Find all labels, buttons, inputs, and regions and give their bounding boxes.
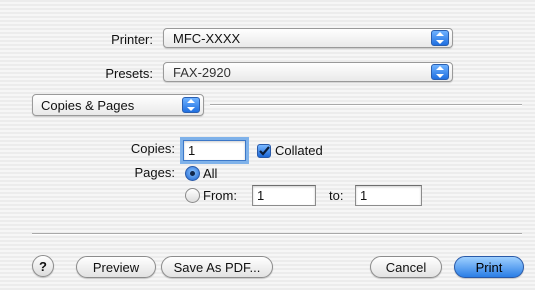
help-button[interactable]: ? (32, 255, 54, 277)
preview-button[interactable]: Preview (76, 256, 156, 278)
collated-label: Collated (275, 143, 323, 158)
pages-from-label: From: (203, 188, 237, 203)
pages-all-radio[interactable] (185, 166, 200, 181)
checkmark-icon (258, 146, 270, 156)
print-button[interactable]: Print (454, 256, 524, 278)
pages-from-field[interactable]: 1 (252, 185, 316, 206)
pages-all-label: All (203, 166, 218, 181)
pages-to-value: 1 (360, 188, 368, 203)
presets-popup[interactable]: FAX-2920 (163, 62, 453, 82)
pages-from-value: 1 (257, 188, 265, 203)
section-popup[interactable]: Copies & Pages (32, 94, 204, 116)
preview-button-label: Preview (92, 259, 140, 275)
collated-checkbox[interactable] (257, 144, 271, 158)
up-down-arrows-icon (431, 64, 449, 80)
pages-label: Pages: (134, 165, 175, 180)
printer-popup[interactable]: MFC-XXXX (163, 28, 453, 48)
print-button-label: Print (475, 259, 503, 275)
copies-value: 1 (188, 143, 196, 158)
printer-value: MFC-XXXX (173, 31, 241, 46)
pages-range-radio[interactable] (185, 188, 200, 203)
copies-label: Copies: (130, 141, 175, 156)
section-value: Copies & Pages (41, 98, 135, 113)
question-mark-icon: ? (39, 258, 47, 274)
up-down-arrows-icon (182, 97, 200, 113)
save-as-pdf-button[interactable]: Save As PDF... (161, 256, 273, 278)
copies-field[interactable]: 1 (180, 137, 249, 164)
pages-to-field[interactable]: 1 (355, 185, 422, 206)
section-divider (210, 104, 522, 106)
presets-value: FAX-2920 (173, 65, 231, 80)
cancel-button-label: Cancel (385, 259, 427, 275)
footer-divider (32, 233, 522, 235)
printer-label: Printer: (111, 32, 153, 47)
presets-label: Presets: (105, 66, 153, 81)
cancel-button[interactable]: Cancel (370, 256, 442, 278)
up-down-arrows-icon (431, 30, 449, 46)
save-as-pdf-label: Save As PDF... (173, 259, 261, 275)
pages-to-label: to: (329, 188, 344, 203)
